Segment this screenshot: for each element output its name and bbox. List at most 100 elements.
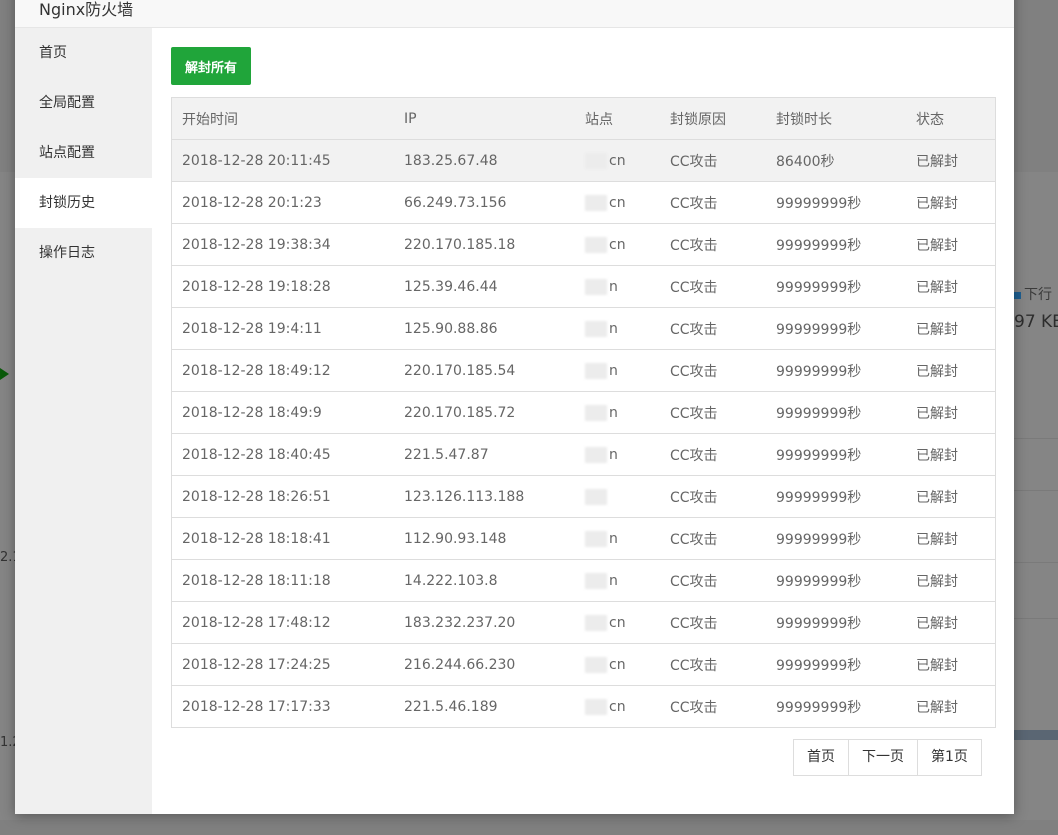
cell-reason: CC攻击 [660, 433, 766, 476]
cell-site: n [575, 517, 660, 560]
site-text: cn [609, 236, 626, 253]
cell-ip: 125.90.88.86 [394, 307, 575, 350]
cell-duration: 99999999秒 [766, 391, 906, 434]
table-header-row: 开始时间 IP 站点 封锁原因 封锁时长 状态 [171, 97, 996, 140]
site-text: cn [609, 152, 626, 169]
cell-duration: 99999999秒 [766, 433, 906, 476]
cell-reason: CC攻击 [660, 139, 766, 182]
cell-site [575, 475, 660, 518]
site-text: n [609, 320, 618, 337]
site-text: n [609, 572, 618, 589]
cell-ip: 221.5.46.189 [394, 685, 575, 728]
cell-ip: 216.244.66.230 [394, 643, 575, 686]
cell-start-time: 2018-12-28 18:49:12 [171, 349, 394, 392]
site-redacted-mask [585, 488, 607, 505]
cell-site: cn [575, 685, 660, 728]
cell-duration: 99999999秒 [766, 685, 906, 728]
cell-duration: 99999999秒 [766, 643, 906, 686]
site-redacted-mask [585, 698, 607, 715]
cell-status: 已解封 [906, 181, 996, 224]
table-row: 2018-12-28 19:4:11 125.90.88.86 n CC攻击 99999… [171, 307, 996, 350]
table-row: 2018-12-28 18:40:45 221.5.47.87 n CC攻击 99999… [171, 433, 996, 476]
cell-start-time: 2018-12-28 18:49:9 [171, 391, 394, 434]
cell-start-time: 2018-12-28 19:18:28 [171, 265, 394, 308]
cell-ip: 220.170.185.72 [394, 391, 575, 434]
background-divider [1014, 562, 1058, 563]
next-page-button[interactable]: 下一页 [848, 740, 917, 775]
header-status: 状态 [906, 97, 996, 140]
site-text: n [609, 446, 618, 463]
unblock-all-button[interactable]: 解封所有 [171, 47, 252, 85]
site-text: n [609, 530, 618, 547]
first-page-button[interactable]: 首页 [794, 740, 848, 775]
header-ip: IP [394, 97, 575, 140]
site-redacted-mask [585, 446, 607, 463]
cell-start-time: 2018-12-28 18:26:51 [171, 475, 394, 518]
cell-site: n [575, 349, 660, 392]
cell-site: n [575, 433, 660, 476]
site-redacted-mask [585, 194, 607, 211]
site-text: n [609, 278, 618, 295]
site-text: cn [609, 194, 626, 211]
table-row: 2018-12-28 19:18:28 125.39.46.44 n CC攻击 9999… [171, 265, 996, 308]
modal-title: Nginx防火墙 [39, 0, 134, 19]
cell-ip: 125.39.46.44 [394, 265, 575, 308]
cell-duration: 99999999秒 [766, 181, 906, 224]
cell-status: 已解封 [906, 391, 996, 434]
sidebar-item-global-config[interactable]: 全局配置 [15, 78, 152, 128]
table-row: 2018-12-28 18:18:41 112.90.93.148 n CC攻击 999… [171, 517, 996, 560]
background-divider [1014, 438, 1058, 439]
cell-start-time: 2018-12-28 20:1:23 [171, 181, 394, 224]
table-row: 2018-12-28 17:24:25 216.244.66.230 cn CC攻击 9… [171, 643, 996, 686]
play-arrow-icon [0, 368, 9, 380]
site-text: cn [609, 698, 626, 715]
cell-start-time: 2018-12-28 17:24:25 [171, 643, 394, 686]
cell-ip: 220.170.185.54 [394, 349, 575, 392]
cell-reason: CC攻击 [660, 601, 766, 644]
sidebar-item-block-history[interactable]: 封锁历史 [15, 178, 152, 228]
cell-start-time: 2018-12-28 17:48:12 [171, 601, 394, 644]
cell-status: 已解封 [906, 139, 996, 182]
cell-ip: 183.25.67.48 [394, 139, 575, 182]
background-kb-value: 97 KB [1014, 312, 1058, 332]
cell-start-time: 2018-12-28 18:18:41 [171, 517, 394, 560]
cell-site: cn [575, 139, 660, 182]
table-row: 2018-12-28 19:38:34 220.170.185.18 cn CC攻击 9… [171, 223, 996, 266]
cell-reason: CC攻击 [660, 685, 766, 728]
site-redacted-mask [585, 236, 607, 253]
cell-duration: 99999999秒 [766, 349, 906, 392]
cell-start-time: 2018-12-28 18:40:45 [171, 433, 394, 476]
modal-header: Nginx防火墙 [15, 0, 1014, 28]
cell-duration: 99999999秒 [766, 559, 906, 602]
cell-status: 已解封 [906, 307, 996, 350]
current-page-indicator[interactable]: 第1页 [917, 740, 981, 775]
cell-site: n [575, 307, 660, 350]
background-divider [1014, 490, 1058, 491]
site-redacted-mask [585, 152, 607, 169]
legend-square-icon [1014, 291, 1021, 299]
table-row: 2018-12-28 18:49:12 220.170.185.54 n CC攻击 99… [171, 349, 996, 392]
table-row: 2018-12-28 17:48:12 183.232.237.20 cn CC攻击 9… [171, 601, 996, 644]
sidebar-item-site-config[interactable]: 站点配置 [15, 128, 152, 178]
cell-ip: 221.5.47.87 [394, 433, 575, 476]
table-row: 2018-12-28 18:11:18 14.222.103.8 n CC攻击 9999… [171, 559, 996, 602]
cell-ip: 14.222.103.8 [394, 559, 575, 602]
site-redacted-mask [585, 278, 607, 295]
cell-duration: 99999999秒 [766, 307, 906, 350]
block-history-table: 开始时间 IP 站点 封锁原因 封锁时长 状态 2018-12-28 20:11… [171, 97, 996, 728]
site-redacted-mask [585, 320, 607, 337]
cell-reason: CC攻击 [660, 391, 766, 434]
site-redacted-mask [585, 530, 607, 547]
cell-site: n [575, 559, 660, 602]
sidebar: 首页 全局配置 站点配置 封锁历史 操作日志 [15, 28, 152, 814]
table-row: 2018-12-28 20:11:45 183.25.67.48 cn CC攻击 864… [171, 139, 996, 182]
sidebar-item-home[interactable]: 首页 [15, 28, 152, 78]
cell-reason: CC攻击 [660, 265, 766, 308]
sidebar-item-operation-log[interactable]: 操作日志 [15, 228, 152, 278]
table-row: 2018-12-28 20:1:23 66.249.73.156 cn CC攻击 999… [171, 181, 996, 224]
background-legend: 下行 [1014, 284, 1052, 304]
cell-duration: 99999999秒 [766, 517, 906, 560]
cell-reason: CC攻击 [660, 181, 766, 224]
site-redacted-mask [585, 656, 607, 673]
firewall-modal: Nginx防火墙 首页 全局配置 站点配置 封锁历史 操作日志 解封所有 开始时… [15, 0, 1014, 814]
